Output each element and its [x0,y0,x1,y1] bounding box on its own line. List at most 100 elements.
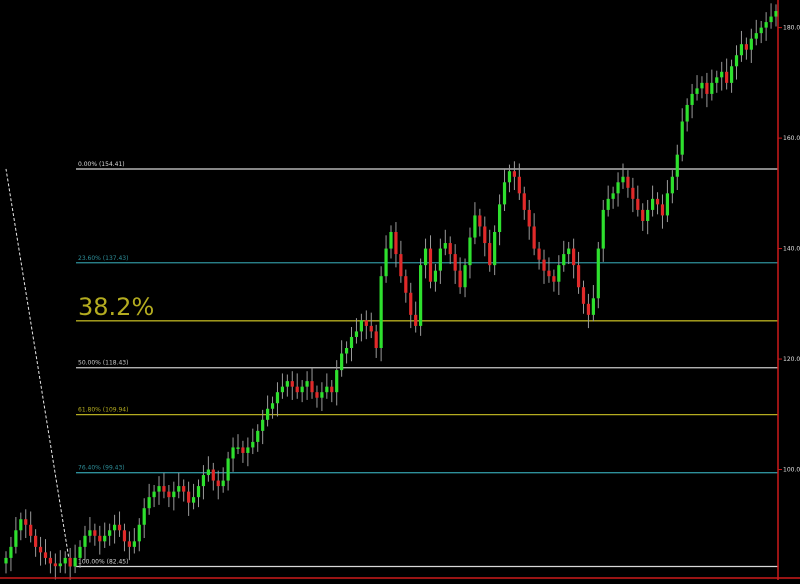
candle-body [78,546,82,558]
candle-body [463,265,467,288]
candle-body [764,22,768,28]
candle-body [182,486,186,492]
candle-body [147,497,151,509]
candle-body [734,55,739,67]
candle-body [725,71,729,83]
candle-body [502,182,507,205]
candle-body [458,270,462,288]
candle-body [374,331,378,348]
candle-body [349,336,354,348]
candle-body [221,480,225,487]
candle-body [206,469,210,476]
candle-body [567,248,571,255]
candle-body [83,535,87,547]
candle-body [305,381,309,387]
candle-body [453,254,457,271]
candle-body [419,265,423,326]
candle-body [428,248,433,282]
candle-body [216,480,220,487]
candle-body [641,209,645,221]
candle-body [34,535,38,547]
candle-body [58,563,62,567]
candle-body [552,276,556,282]
candle-body [616,182,620,194]
candle-body [24,519,28,525]
candle-body [201,475,206,487]
candle-body [522,193,526,210]
candle-body [93,530,97,536]
candle-body [88,530,92,536]
candle-body [384,248,388,277]
candle-body [710,82,714,94]
candle-body [162,486,166,492]
candle-body [705,82,709,94]
candle-body [685,104,689,122]
candle-body [591,298,595,315]
candle-body [177,486,181,492]
candle-body [675,154,679,177]
candle-body [715,77,719,83]
candle-body [621,176,625,183]
candle-body [532,226,536,249]
candle-body [335,370,339,393]
y-tick-label: 120.0 [783,356,800,363]
candle-body [19,519,23,531]
candle-body [478,215,482,227]
candle-body [690,93,694,105]
candle-body [700,82,704,89]
candle-body [744,44,748,50]
candle-body [646,209,650,221]
candle-body [394,232,398,255]
fib-level-label-1: 23.60% (137.43) [78,255,128,262]
fib-level-label-2: 38.2% [78,293,154,321]
candle-body [29,524,33,536]
candle-body [246,447,250,453]
candle-body [285,381,289,387]
candle-body [73,557,77,567]
candle-body [655,198,660,205]
candle-body [53,563,57,567]
candle-body [280,386,285,393]
candle-body [172,491,176,498]
candle-body [132,541,136,547]
candle-body [14,530,18,547]
candle-body [310,381,314,393]
candle [596,241,600,309]
candle-body [507,171,512,183]
candle-body [256,430,260,442]
fib-level-label-3: 50.00% (118.43) [78,360,128,367]
candle-body [404,276,408,293]
candle-body [601,209,605,249]
y-tick-label: 140.0 [783,246,800,253]
candle-body [636,198,640,210]
candle-body [512,171,517,177]
candle-body [315,392,319,398]
y-tick-label: 180.0 [783,25,800,32]
candle-body [557,265,561,282]
candle-body [399,254,403,277]
candle-body [320,392,324,398]
candle-body [157,486,161,492]
candle-body [468,237,472,266]
candle-body [112,524,117,531]
candle-body [443,243,447,249]
candle-body [127,541,132,547]
candle-body [191,497,196,503]
candle-body [211,469,215,481]
candle-body [596,248,600,299]
fib-level-label-6: 100.00% (82.45) [78,558,128,565]
candle-body [68,557,72,567]
candle-body [359,320,363,332]
candle-body [497,204,502,232]
candle-body [103,535,107,542]
candle-body [695,88,699,94]
candle-body [265,408,270,420]
candle-body [631,187,635,199]
candle-body [680,121,684,155]
candle-body [379,276,383,348]
candle-body [196,486,201,498]
candle-body [325,386,329,393]
candle-body [576,265,581,288]
fib-level-label-5: 76.40% (99.43) [78,465,125,472]
candle-body [63,557,67,564]
